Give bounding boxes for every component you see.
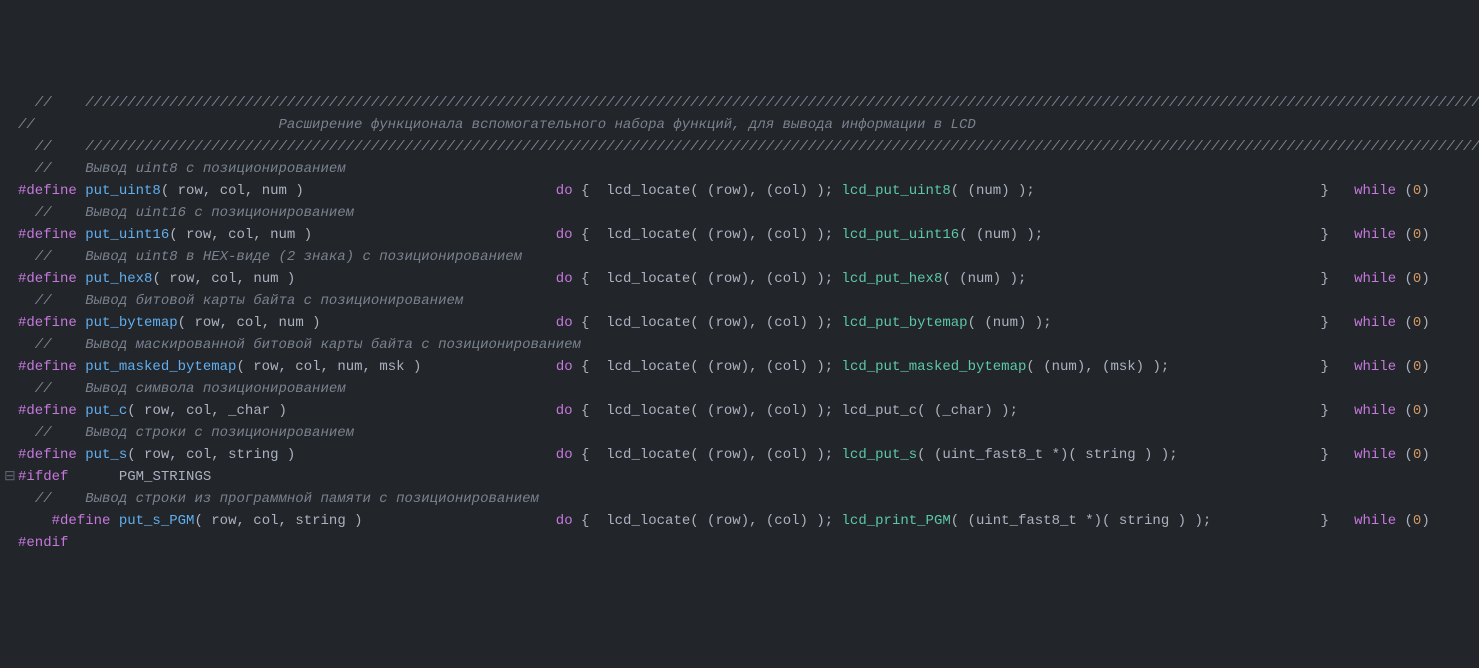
comment-line: // Вывод uint16 с позиционированием — [4, 202, 1479, 224]
comment-line: // Вывод uint8 в HEX-виде (2 знака) с по… — [4, 246, 1479, 268]
ifdef-line: ⊟#ifdef PGM_STRINGS — [4, 466, 1479, 488]
define-line: #define put_c( row, col, _char ) do { lc… — [4, 400, 1479, 422]
define-line: #define put_uint16( row, col, num ) do {… — [4, 224, 1479, 246]
comment-line: // Вывод маскированной битовой карты бай… — [4, 334, 1479, 356]
comment-line: // Вывод строки из программной памяти с … — [4, 488, 1479, 510]
comment-line: // /////////////////////////////////////… — [4, 92, 1479, 114]
define-line: #define put_hex8( row, col, num ) do { l… — [4, 268, 1479, 290]
comment-line: // Вывод uint8 с позиционированием — [4, 158, 1479, 180]
comment-line: // Вывод битовой карты байта с позициони… — [4, 290, 1479, 312]
define-line: #define put_bytemap( row, col, num ) do … — [4, 312, 1479, 334]
code-editor[interactable]: // /////////////////////////////////////… — [4, 92, 1479, 554]
define-line: #define put_s_PGM( row, col, string ) do… — [4, 510, 1479, 532]
define-line: #define put_uint8( row, col, num ) do { … — [4, 180, 1479, 202]
comment-line: // /////////////////////////////////////… — [4, 136, 1479, 158]
comment-line: // Расширение функционала вспомогательно… — [4, 114, 1479, 136]
comment-line: // Вывод строки с позиционированием — [4, 422, 1479, 444]
fold-icon[interactable]: ⊟ — [4, 469, 16, 485]
endif-line: #endif — [4, 532, 1479, 554]
define-line: #define put_masked_bytemap( row, col, nu… — [4, 356, 1479, 378]
define-line: #define put_s( row, col, string ) do { l… — [4, 444, 1479, 466]
comment-line: // Вывод символа позиционированием — [4, 378, 1479, 400]
